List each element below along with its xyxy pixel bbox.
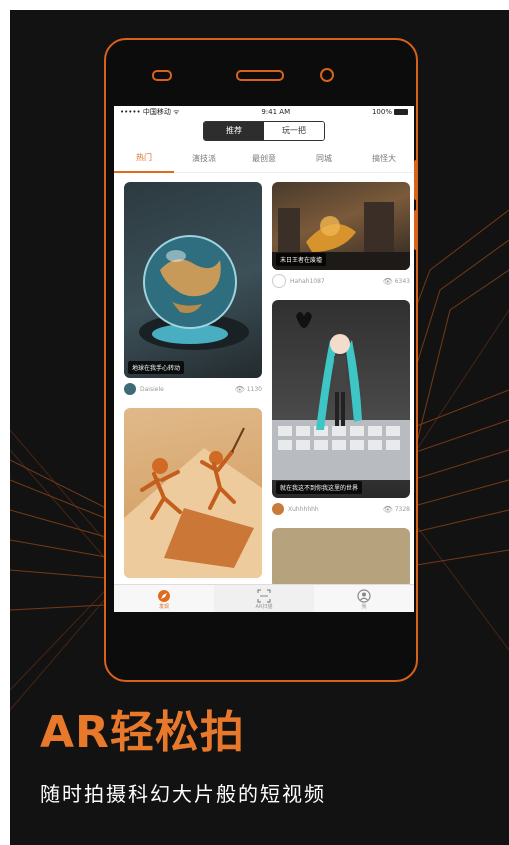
video-thumbnail[interactable]: 地球在我手心转动	[124, 182, 262, 378]
eye-icon: 👁	[382, 504, 393, 514]
promo-poster: ••••• 中国移动 ᯤ 9:41 AM 100% 推荐 玩一把 热门 演技派 …	[10, 10, 509, 845]
tab-funny[interactable]: 搞怪大	[354, 145, 414, 172]
video-caption: 就在我这不到你我这里的世界	[276, 481, 363, 494]
tab-creative[interactable]: 最创意	[234, 145, 294, 172]
segment-play[interactable]: 玩一把	[264, 122, 324, 140]
video-card[interactable]	[272, 528, 410, 584]
avatar[interactable]	[272, 503, 284, 515]
video-thumbnail[interactable]	[272, 528, 410, 584]
feed-column-right: 末日王者在废墟 Hahah1087 👁 6343 就在我这不到你我这里的世界 X…	[272, 182, 410, 584]
tab-local[interactable]: 同城	[294, 145, 354, 172]
segment-control: 推荐 玩一把	[203, 121, 325, 141]
promo-subline: 随时拍摄科幻大片般的短视频	[40, 782, 326, 806]
compass-icon	[158, 589, 170, 602]
avatar[interactable]	[272, 274, 286, 288]
video-card[interactable]: 就在我这不到你我这里的世界 Xuhhhhhh 👁 7328	[272, 300, 410, 518]
battery-icon	[393, 109, 408, 115]
status-bar: ••••• 中国移动 ᯤ 9:41 AM 100%	[114, 106, 414, 118]
feed-column-left: 地球在我手心转动 Daisiele 👁 1130	[124, 182, 262, 584]
scan-icon	[257, 588, 271, 603]
video-caption: 末日王者在废墟	[276, 253, 327, 266]
bottom-nav: 发现 AR扫描 我	[114, 584, 414, 612]
nav-me-label: 我	[361, 603, 367, 610]
battery-indicator: 100%	[372, 108, 408, 116]
video-caption: 地球在我手心转动	[128, 361, 185, 374]
nav-discover[interactable]: 发现	[114, 585, 214, 612]
fighter-image	[124, 427, 262, 578]
nav-ar-scan-label: AR扫描	[255, 603, 273, 610]
tab-hot[interactable]: 热门	[114, 144, 174, 173]
app-screen: ••••• 中国移动 ᯤ 9:41 AM 100% 推荐 玩一把 热门 演技派 …	[114, 106, 414, 612]
tab-acting[interactable]: 演技派	[174, 145, 234, 172]
video-thumbnail[interactable]: 末日王者在废墟	[272, 182, 410, 270]
view-count: 7328	[394, 505, 410, 513]
clock: 9:41 AM	[261, 108, 291, 116]
phone-power-button	[414, 210, 418, 250]
eye-icon: 👁	[234, 384, 245, 394]
view-count: 6343	[394, 277, 410, 285]
video-card[interactable]: 地球在我手心转动 Daisiele 👁 1130	[124, 182, 262, 398]
video-meta: Hahah1087 👁 6343	[272, 272, 410, 290]
view-count: 1130	[246, 385, 262, 393]
video-meta: Daisiele 👁 1130	[124, 380, 262, 398]
globe-image	[139, 235, 249, 350]
video-card[interactable]: 末日王者在废墟 Hahah1087 👁 6343	[272, 182, 410, 290]
video-feed: 地球在我手心转动 Daisiele 👁 1130 末日王者在废墟 Hahah10…	[114, 174, 414, 584]
video-thumbnail[interactable]	[124, 408, 262, 578]
nav-discover-label: 发现	[158, 603, 169, 610]
avatar[interactable]	[124, 383, 136, 395]
segment-recommend[interactable]: 推荐	[204, 122, 264, 140]
video-card[interactable]	[124, 408, 262, 578]
phone-speaker	[236, 70, 284, 81]
phone-sensor	[152, 70, 172, 81]
promo-headline: AR轻松拍	[40, 707, 245, 758]
video-thumbnail[interactable]: 就在我这不到你我这里的世界	[272, 300, 410, 498]
category-tabs: 热门 演技派 最创意 同城 搞怪大	[114, 144, 414, 173]
phone-volume-button	[414, 160, 418, 200]
battery-label: 100%	[371, 108, 392, 116]
miku-keyboard-image	[272, 312, 410, 480]
user-icon	[357, 588, 371, 603]
nav-ar-scan[interactable]: AR扫描	[214, 585, 314, 612]
segment-control-wrap: 推荐 玩一把	[114, 118, 414, 144]
nav-me[interactable]: 我	[314, 585, 414, 612]
eye-icon: 👁	[382, 276, 393, 286]
video-meta: Xuhhhhhh 👁 7328	[272, 500, 410, 518]
username[interactable]: Daisiele	[140, 386, 235, 393]
username[interactable]: Xuhhhhhh	[288, 506, 383, 513]
username[interactable]: Hahah1087	[290, 278, 383, 285]
phone-camera	[320, 68, 334, 82]
carrier-label: ••••• 中国移动 ᯤ	[120, 108, 180, 116]
